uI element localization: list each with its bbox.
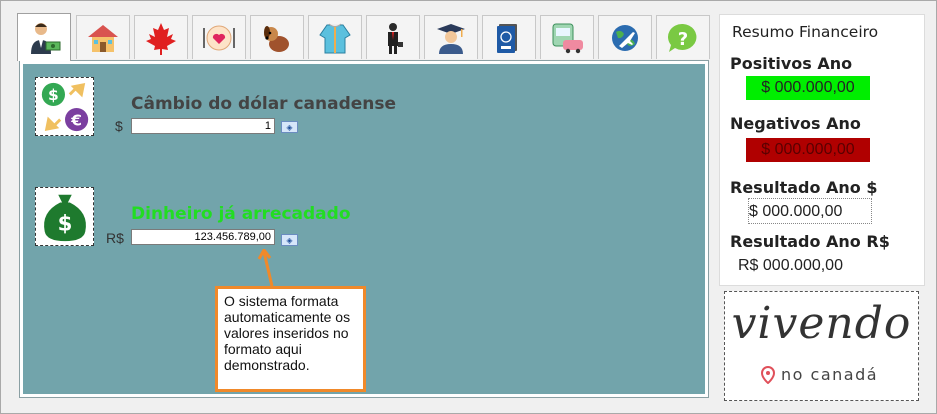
financial-summary-panel: Resumo Financeiro Positivos Ano $ 000.00… — [719, 14, 925, 286]
positive-year-label: Positivos Ano — [730, 54, 853, 73]
result-year-brl-label: Resultado Ano R$ — [730, 232, 890, 251]
food-plate-icon — [203, 25, 235, 50]
exchange-rate-spin-button[interactable]: ◈ — [281, 121, 298, 133]
svg-text:€: € — [70, 111, 82, 129]
tab-transport[interactable] — [540, 15, 594, 59]
winter-coat-icon — [319, 23, 351, 53]
info-callout-text: O sistema formata automaticamente os val… — [224, 293, 351, 373]
vivendo-no-canada-logo: vivendo no canadá — [724, 291, 919, 401]
negative-year-label: Negativos Ano — [730, 114, 861, 133]
tab-housing[interactable] — [76, 15, 130, 59]
tab-canada[interactable] — [134, 15, 188, 59]
callout-arrow — [257, 249, 274, 287]
app-window: ? $ € Câmbio do dólar canadense $ 1 ◈ $ … — [0, 0, 937, 414]
transport-icon — [552, 23, 583, 53]
tab-clothing[interactable] — [308, 15, 362, 59]
raised-money-title: Dinheiro já arrecadado — [131, 204, 351, 224]
money-bag-image: $ — [35, 187, 94, 246]
raised-money-spin-button[interactable]: ◈ — [281, 234, 298, 246]
tab-help[interactable]: ? — [656, 15, 710, 59]
positive-year-value: $ 000.000,00 — [746, 76, 870, 100]
currency-exchange-icon: $ € — [41, 82, 88, 131]
raised-currency-symbol: R$ — [106, 230, 124, 246]
exchange-rate-input[interactable]: 1 — [131, 118, 275, 134]
house-icon — [88, 24, 118, 52]
result-year-brl-value: R$ 000.000,00 — [738, 257, 843, 274]
svg-text:$: $ — [57, 211, 72, 236]
logo-wordmark: vivendo — [731, 298, 912, 349]
logo-subtitle: no canadá — [781, 365, 879, 384]
help-icon: ? — [668, 23, 697, 52]
money-bag-icon: $ — [43, 194, 86, 241]
summary-title: Resumo Financeiro — [732, 23, 879, 41]
tab-pets[interactable] — [250, 15, 304, 59]
graduate-icon — [437, 23, 465, 54]
passport-icon — [497, 23, 517, 53]
businessman-money-icon — [31, 22, 61, 54]
exchange-rate-title: Câmbio do dólar canadense — [131, 94, 397, 114]
result-year-cad-label: Resultado Ano $ — [730, 178, 878, 197]
maple-leaf-icon — [146, 22, 176, 55]
currency-exchange-image: $ € — [35, 77, 94, 136]
tab-strip: ? — [17, 13, 715, 61]
location-pin-icon — [760, 365, 776, 389]
globe-plane-icon — [612, 24, 638, 51]
tab-food[interactable] — [192, 15, 246, 59]
exchange-currency-symbol: $ — [115, 118, 123, 134]
negative-year-value: $ 000.000,00 — [746, 138, 870, 162]
raised-money-input[interactable]: 123.456.789,00 — [131, 229, 275, 245]
info-callout: O sistema formata automaticamente os val… — [215, 286, 366, 392]
tab-documents[interactable] — [482, 15, 536, 59]
suit-person-icon — [388, 22, 403, 54]
tab-travel[interactable] — [598, 15, 652, 59]
tab-education[interactable] — [424, 15, 478, 59]
tab-finances[interactable] — [17, 13, 71, 61]
svg-text:$: $ — [48, 86, 59, 104]
tab-work[interactable] — [366, 15, 420, 59]
dog-icon — [264, 25, 289, 52]
result-year-cad-value: $ 000.000,00 — [748, 198, 872, 224]
svg-text:?: ? — [678, 29, 688, 50]
